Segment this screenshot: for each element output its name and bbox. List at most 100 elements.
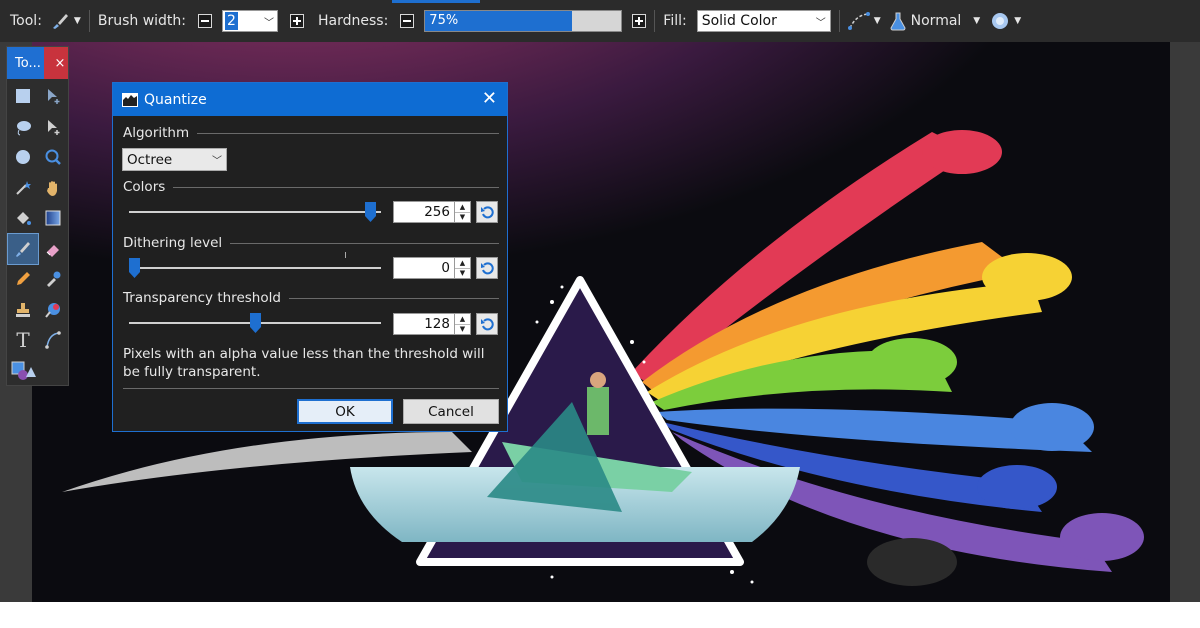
cancel-button[interactable]: Cancel (403, 399, 499, 424)
transparency-slider[interactable] (129, 313, 381, 333)
zoom-icon[interactable] (38, 142, 68, 173)
colors-number-input[interactable]: 256 (393, 201, 455, 223)
slider-track (129, 211, 381, 213)
dialog-titlebar[interactable]: Quantize ✕ (113, 83, 507, 116)
shapes-icon[interactable] (8, 356, 38, 387)
dithering-slider[interactable] (129, 252, 381, 278)
tools-panel-header[interactable]: To... × (7, 47, 68, 79)
fill-select[interactable]: Solid Color ﹀ (696, 10, 831, 32)
brush-width-label: Brush width: (97, 13, 186, 29)
quantize-dialog: Quantize ✕ Algorithm Octree ﹀ Colors 256… (112, 82, 508, 432)
section-divider (230, 242, 499, 244)
spin-down-icon[interactable]: ▼ (455, 269, 470, 279)
hardness-minus-icon[interactable] (400, 14, 415, 28)
toolbar-separator (88, 10, 90, 32)
chevron-down-icon[interactable]: ﹀ (261, 14, 277, 29)
magic-wand-icon[interactable] (8, 173, 38, 204)
transparency-number-input[interactable]: 128 (393, 313, 455, 335)
rectangle-select-icon[interactable] (8, 81, 38, 112)
dithering-section: Dithering level (123, 235, 499, 251)
toolbar-separator (838, 10, 840, 32)
gradient-icon[interactable] (38, 203, 68, 234)
antialias-dropdown-icon[interactable]: ▼ (1014, 16, 1021, 26)
colors-label: Colors (123, 179, 166, 195)
slider-track (129, 267, 381, 269)
algorithm-select[interactable]: Octree ﹀ (122, 148, 227, 171)
brush-icon[interactable] (50, 11, 70, 31)
toolbar-separator (654, 10, 656, 32)
brush-width-plus-icon[interactable] (290, 14, 304, 28)
pan-icon[interactable] (38, 173, 68, 204)
text-icon[interactable]: T (8, 325, 38, 356)
colors-spinner[interactable]: ▲ ▼ (455, 201, 471, 223)
brush-width-value: 2 (225, 12, 238, 30)
tools-panel-close-button[interactable]: × (44, 47, 68, 79)
slider-thumb[interactable] (250, 313, 261, 333)
hardness-slider[interactable]: 75% (424, 10, 623, 32)
tools-grid: T (7, 79, 68, 388)
chevron-down-icon[interactable]: ﹀ (812, 14, 830, 29)
blend-mode-value[interactable]: Normal (911, 13, 962, 29)
tool-label: Tool: (10, 13, 42, 29)
footer-divider (123, 388, 499, 389)
section-divider (197, 132, 499, 134)
slider-thumb[interactable] (129, 258, 140, 278)
transparency-label: Transparency threshold (123, 290, 281, 306)
spin-down-icon[interactable]: ▼ (455, 325, 470, 335)
colors-reset-button[interactable] (476, 201, 498, 223)
threshold-description: Pixels with an alpha value less than the… (123, 346, 485, 380)
line-curve-icon[interactable] (847, 11, 870, 31)
transparency-spinner[interactable]: ▲ ▼ (455, 313, 471, 335)
dithering-spinner[interactable]: ▲ ▼ (455, 257, 471, 279)
dithering-reset-button[interactable] (476, 257, 498, 279)
color-picker-icon[interactable] (38, 264, 68, 295)
paintbrush-icon[interactable] (7, 232, 39, 265)
lasso-select-icon[interactable] (8, 112, 38, 143)
brush-width-input[interactable]: 2 ﹀ (222, 10, 278, 32)
hardness-label: Hardness: (318, 13, 389, 29)
line-dropdown-icon[interactable]: ▼ (874, 16, 881, 26)
hardness-plus-icon[interactable] (632, 14, 647, 28)
flask-icon[interactable] (889, 11, 907, 31)
gear-flower-icon[interactable] (990, 11, 1010, 31)
spin-up-icon[interactable]: ▲ (455, 258, 470, 269)
tool-dropdown-icon[interactable]: ▼ (74, 16, 81, 26)
ellipse-select-icon[interactable] (8, 142, 38, 173)
close-icon: × (54, 55, 66, 71)
reset-icon (481, 262, 494, 275)
transparency-reset-button[interactable] (476, 313, 498, 335)
section-divider (173, 186, 499, 188)
dialog-title: Quantize (144, 91, 207, 108)
brush-width-minus-icon[interactable] (198, 14, 212, 28)
recolor-icon[interactable] (38, 295, 68, 326)
pencil-icon[interactable] (8, 264, 38, 295)
algorithm-label: Algorithm (123, 125, 190, 141)
slider-thumb[interactable] (365, 202, 376, 222)
reset-icon (481, 318, 494, 331)
toolbar-accent-line (392, 0, 480, 3)
move-selected-icon[interactable] (38, 112, 68, 143)
top-toolbar: Tool: ▼ Brush width: 2 ﹀ Hardness: 75% F… (0, 0, 1200, 42)
colors-section: Colors (123, 179, 499, 195)
colors-slider[interactable] (129, 202, 381, 222)
fill-label: Fill: (663, 13, 687, 29)
tools-panel-title: To... (15, 55, 41, 71)
algorithm-value: Octree (127, 151, 173, 168)
spin-down-icon[interactable]: ▼ (455, 213, 470, 223)
line-curve-icon[interactable] (38, 325, 68, 356)
clone-stamp-icon[interactable] (8, 295, 38, 326)
chevron-down-icon[interactable]: ﹀ (208, 152, 226, 167)
blend-mode-dropdown-icon[interactable]: ▼ (973, 16, 980, 26)
slider-tick (345, 252, 346, 258)
paint-bucket-icon[interactable] (8, 203, 38, 234)
spin-up-icon[interactable]: ▲ (455, 314, 470, 325)
ok-button[interactable]: OK (297, 399, 393, 424)
close-icon[interactable]: ✕ (482, 89, 497, 109)
move-selection-icon[interactable] (38, 81, 68, 112)
spin-up-icon[interactable]: ▲ (455, 202, 470, 213)
eraser-icon[interactable] (38, 234, 68, 265)
transparency-section: Transparency threshold (123, 290, 499, 306)
quantize-icon (122, 92, 138, 107)
fill-value: Solid Color (701, 13, 777, 29)
dithering-number-input[interactable]: 0 (393, 257, 455, 279)
